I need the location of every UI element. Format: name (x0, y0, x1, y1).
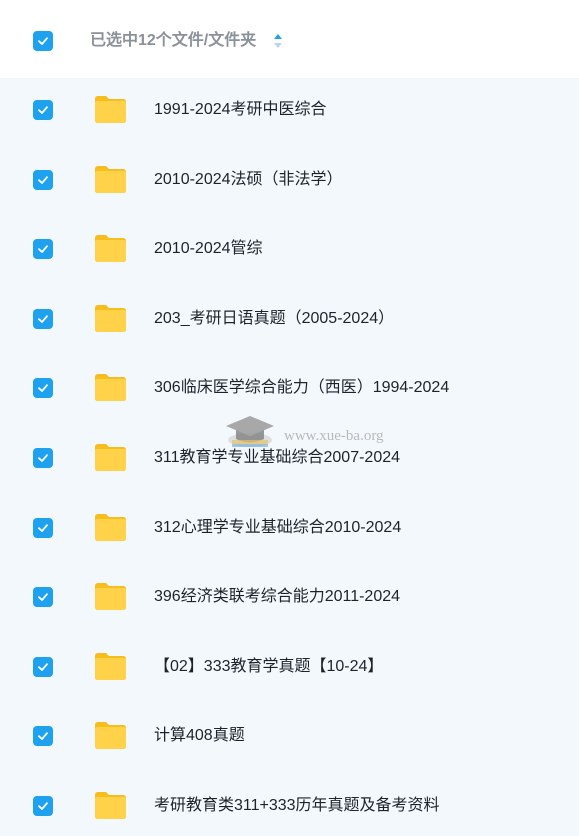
check-icon (38, 175, 48, 184)
file-row[interactable]: 2010-2024管综 (0, 219, 579, 279)
selection-count-text: 已选中12个文件/文件夹 (90, 32, 257, 49)
file-row[interactable]: 312心理学专业基础综合2010-2024 (0, 498, 579, 558)
check-icon (38, 523, 48, 532)
file-name[interactable]: 2010-2024管综 (154, 240, 263, 258)
check-icon (38, 106, 48, 114)
folder-icon (95, 583, 126, 611)
check-icon (38, 593, 48, 602)
file-row[interactable]: 计算408真题 (0, 706, 579, 766)
file-name[interactable]: 计算408真题 (154, 727, 245, 745)
file-row[interactable]: 396经济类联考综合能力2011-2024 (0, 567, 579, 627)
file-name[interactable]: 312心理学专业基础综合2010-2024 (154, 519, 401, 537)
row-checkbox[interactable] (33, 587, 53, 608)
file-name[interactable]: 306临床医学综合能力（西医）1994-2024 (154, 379, 449, 397)
row-checkbox[interactable] (33, 100, 53, 120)
check-icon (38, 315, 48, 323)
check-icon (38, 732, 48, 741)
file-name[interactable]: 考研教育类311+333历年真题及备考资料 (154, 797, 440, 815)
select-all-checkbox[interactable] (33, 31, 53, 51)
file-row[interactable]: 考研教育类311+333历年真题及备考资料 (0, 776, 579, 836)
row-checkbox[interactable] (33, 726, 53, 747)
file-row[interactable]: 1991-2024考研中医综合 (0, 80, 579, 140)
folder-icon (95, 96, 126, 123)
folder-icon (95, 165, 126, 193)
file-name[interactable]: 203_考研日语真题（2005-2024） (154, 310, 394, 328)
folder-icon (95, 513, 126, 541)
file-name[interactable]: 2010-2024法硕（非法学） (154, 171, 343, 189)
folder-icon (95, 304, 126, 332)
file-row[interactable]: 306临床医学综合能力（西医）1994-2024 (0, 358, 579, 418)
selection-header: 已选中12个文件/文件夹 (0, 0, 579, 78)
file-name[interactable]: 311教育学专业基础综合2007-2024 (154, 449, 400, 467)
folder-icon (95, 722, 126, 750)
row-checkbox[interactable] (33, 308, 53, 329)
folder-icon (95, 652, 126, 680)
folder-icon (95, 444, 126, 471)
row-checkbox[interactable] (33, 796, 53, 816)
file-row[interactable]: 203_考研日语真题（2005-2024） (0, 289, 579, 349)
file-row[interactable]: 2010-2024法硕（非法学） (0, 150, 579, 210)
file-row[interactable]: 311教育学专业基础综合2007-2024 (0, 428, 579, 488)
file-name[interactable]: 396经济类联考综合能力2011-2024 (154, 588, 400, 606)
file-list: 1991-2024考研中医综合 2010-2024法硕（非法学） 2010-2024… (0, 78, 579, 827)
check-icon (38, 384, 48, 393)
file-name[interactable]: 1991-2024考研中医综合 (154, 101, 327, 119)
folder-icon (95, 235, 126, 263)
folder-icon (95, 374, 126, 402)
check-icon (38, 245, 48, 254)
check-icon (38, 802, 48, 810)
row-checkbox[interactable] (33, 656, 53, 677)
check-icon (38, 454, 48, 462)
row-checkbox[interactable] (33, 169, 53, 190)
row-checkbox[interactable] (33, 378, 53, 399)
row-checkbox[interactable] (33, 517, 53, 538)
sort-icon[interactable] (273, 33, 283, 49)
check-icon (38, 37, 48, 45)
file-name[interactable]: 【02】333教育学真题【10-24】 (154, 658, 383, 676)
row-checkbox[interactable] (33, 448, 53, 468)
row-checkbox[interactable] (33, 239, 53, 260)
folder-icon (95, 792, 126, 819)
file-row[interactable]: 【02】333教育学真题【10-24】 (0, 637, 579, 697)
check-icon (38, 663, 48, 671)
